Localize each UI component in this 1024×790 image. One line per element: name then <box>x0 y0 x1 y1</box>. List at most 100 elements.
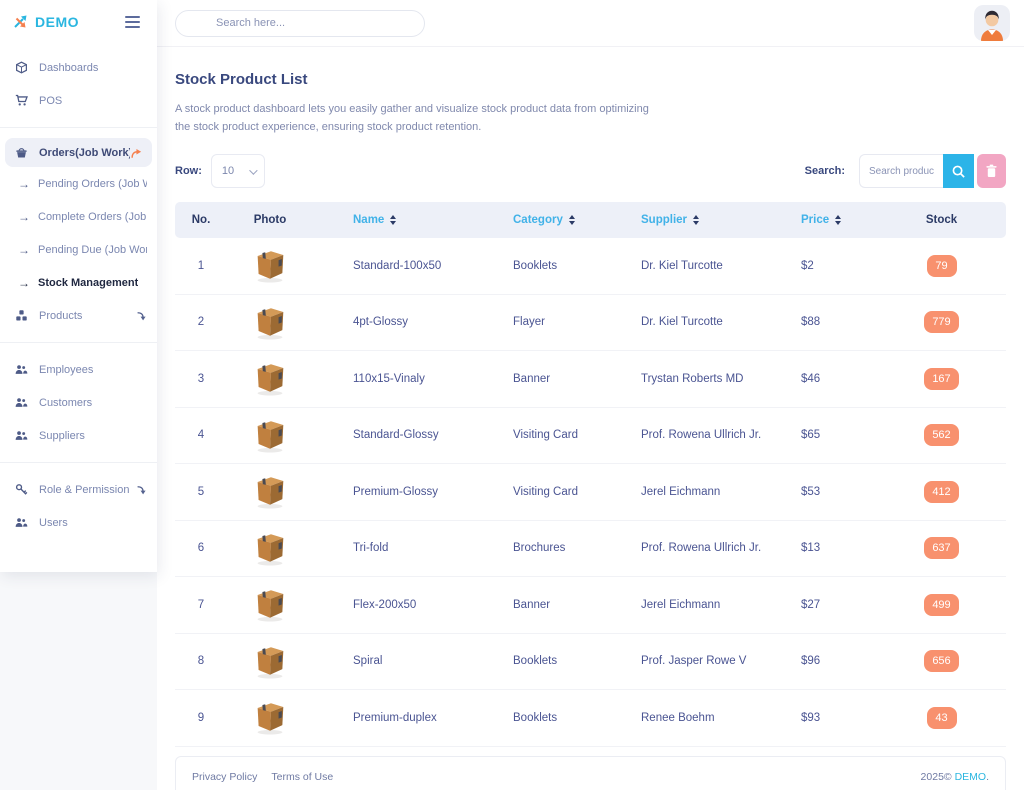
cell-category: Brochures <box>473 542 601 554</box>
sidebar-item-orders-job-work[interactable]: Orders(Job Work) <box>5 138 152 167</box>
sidebar-item-suppliers[interactable]: Suppliers <box>0 419 157 452</box>
sort-icon <box>390 215 396 225</box>
cell-photo <box>227 699 313 736</box>
stock-badge: 779 <box>924 311 958 333</box>
sidebar-item-label: Suppliers <box>39 430 85 442</box>
table-row: 1 Standard-100x50 Booklets Dr. Kiel Turc… <box>175 238 1006 295</box>
sort-icon <box>569 215 575 225</box>
product-box-image <box>251 473 289 510</box>
cell-supplier: Jerel Eichmann <box>601 486 801 498</box>
sidebar-divider <box>0 462 157 463</box>
sidebar-item-complete-orders-job-work[interactable]: →Complete Orders (Job Work) <box>0 200 157 233</box>
cell-stock: 656 <box>901 650 1006 672</box>
table-row: 5 Premium-Glossy Visiting Card Jerel Eic… <box>175 464 1006 521</box>
sidebar-item-dashboards[interactable]: Dashboards <box>0 51 157 84</box>
col-header-stock: Stock <box>901 214 1006 226</box>
cell-supplier: Prof. Rowena Ullrich Jr. <box>601 542 801 554</box>
table-row: 2 4pt-Glossy Flayer Dr. Kiel Turcotte $8… <box>175 295 1006 352</box>
cell-category: Visiting Card <box>473 429 601 441</box>
table-header-row: No. Photo Name Category Supplier Price S… <box>175 202 1006 238</box>
avatar[interactable] <box>974 5 1010 41</box>
terms-of-use-link[interactable]: Terms of Use <box>271 771 333 783</box>
sidebar-item-role-permission[interactable]: Role & Permission <box>0 473 157 506</box>
cell-photo <box>227 530 313 567</box>
hamburger-menu-icon[interactable] <box>122 13 143 31</box>
search-label: Search: <box>805 165 845 177</box>
brand-name: DEMO <box>35 14 79 30</box>
sidebar-nav: Dashboards POS Orders(Job Work)→Pending Or… <box>0 43 157 539</box>
curve-up-arrow-icon <box>130 147 142 159</box>
cell-category: Booklets <box>473 260 601 272</box>
cell-photo <box>227 586 313 623</box>
sidebar-item-employees[interactable]: Employees <box>0 353 157 386</box>
table-row: 9 Premium-duplex Booklets Renee Boehm $9… <box>175 690 1006 747</box>
sidebar-item-users[interactable]: Users <box>0 506 157 539</box>
stock-product-table: No. Photo Name Category Supplier Price S… <box>175 202 1006 747</box>
stock-badge: 43 <box>927 707 957 729</box>
cell-name: Premium-duplex <box>313 712 473 724</box>
col-header-name[interactable]: Name <box>313 214 473 226</box>
stock-badge: 167 <box>924 368 958 390</box>
global-search-input[interactable] <box>175 10 425 37</box>
sidebar-item-pos[interactable]: POS <box>0 84 157 117</box>
sidebar-item-label: Dashboards <box>39 62 98 74</box>
page-description-line2: the stock product experience, ensuring s… <box>175 118 1006 136</box>
col-header-category[interactable]: Category <box>473 214 601 226</box>
cell-photo <box>227 473 313 510</box>
page-description: A stock product dashboard lets you easil… <box>175 100 1006 136</box>
sidebar-item-customers[interactable]: Customers <box>0 386 157 419</box>
product-box-image <box>251 304 289 341</box>
sidebar-item-pending-orders-job-work[interactable]: →Pending Orders (Job Work) <box>0 167 157 200</box>
sort-icon <box>693 215 699 225</box>
cell-photo <box>227 304 313 341</box>
chevron-down-icon <box>249 166 257 174</box>
cell-price: $27 <box>801 599 901 611</box>
sidebar-item-pending-due-job-work[interactable]: →Pending Due (Job Work) <box>0 233 157 266</box>
cell-price: $13 <box>801 542 901 554</box>
cell-price: $88 <box>801 316 901 328</box>
cell-name: Standard-100x50 <box>313 260 473 272</box>
cell-category: Booklets <box>473 655 601 667</box>
rows-per-page-value: 10 <box>222 165 234 177</box>
product-box-image <box>251 417 289 454</box>
rows-per-page-select[interactable]: 10 <box>211 154 265 188</box>
cell-category: Visiting Card <box>473 486 601 498</box>
cell-supplier: Jerel Eichmann <box>601 599 801 611</box>
cell-category: Flayer <box>473 316 601 328</box>
col-header-supplier[interactable]: Supplier <box>601 214 801 226</box>
table-controls: Row: 10 Search: <box>175 154 1006 188</box>
cell-photo <box>227 417 313 454</box>
cell-name: Spiral <box>313 655 473 667</box>
cell-price: $65 <box>801 429 901 441</box>
sidebar-item-label: Customers <box>39 397 92 409</box>
footer-brand-link[interactable]: DEMO <box>955 771 987 783</box>
people-icon <box>14 516 28 530</box>
search-icon <box>951 164 966 179</box>
arrow-right-icon: → <box>18 243 30 257</box>
footer: Privacy Policy Terms of Use 2025© DEMO. <box>175 756 1006 790</box>
sidebar-item-label: POS <box>39 95 62 107</box>
sidebar: DEMO DashboardsPOSOrders(Job Work)→Pendi… <box>0 0 157 572</box>
sidebar-item-products[interactable]: Products <box>0 299 157 332</box>
cell-stock: 167 <box>901 368 1006 390</box>
search-button[interactable] <box>943 154 974 188</box>
product-box-image <box>251 699 289 736</box>
cell-no: 8 <box>175 655 227 667</box>
clear-search-button[interactable] <box>977 154 1006 188</box>
brand-logo[interactable]: DEMO <box>12 14 79 30</box>
content: Stock Product List A stock product dashb… <box>157 47 1024 790</box>
table-row: 8 Spiral Booklets Prof. Jasper Rowe V $9… <box>175 634 1006 691</box>
cell-name: Flex-200x50 <box>313 599 473 611</box>
product-search-input[interactable] <box>859 154 943 188</box>
stock-badge: 656 <box>924 650 958 672</box>
cell-name: Premium-Glossy <box>313 486 473 498</box>
topbar <box>157 0 1024 47</box>
col-header-price[interactable]: Price <box>801 214 901 226</box>
stock-badge: 499 <box>924 594 958 616</box>
cell-no: 9 <box>175 712 227 724</box>
sidebar-header: DEMO <box>0 0 157 43</box>
sidebar-item-stock-management[interactable]: →Stock Management <box>0 266 157 299</box>
cell-category: Banner <box>473 373 601 385</box>
privacy-policy-link[interactable]: Privacy Policy <box>192 771 257 783</box>
cell-photo <box>227 247 313 284</box>
